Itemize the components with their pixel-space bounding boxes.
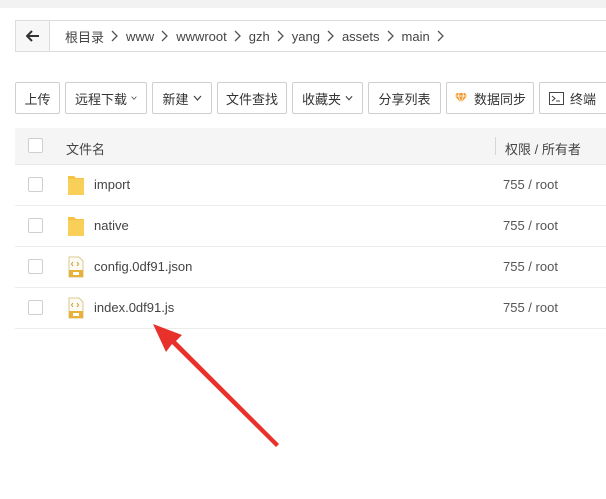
upload-label: 上传	[24, 91, 51, 107]
table-header: 文件名 权限 / 所有者	[15, 128, 606, 165]
row-checkbox[interactable]	[28, 259, 43, 274]
upload-button[interactable]: 上传	[15, 82, 60, 114]
column-divider	[495, 137, 496, 155]
diamond-icon	[454, 92, 468, 104]
favorites-button[interactable]: 收藏夹	[292, 82, 363, 114]
chevron-right-icon	[277, 29, 285, 43]
column-header-permission[interactable]: 权限 / 所有者	[505, 139, 581, 158]
code-file-icon	[68, 297, 84, 319]
table-row[interactable]: config.0df91.json 755 / root	[15, 247, 606, 288]
breadcrumb-item-root[interactable]: 根目录	[58, 27, 111, 46]
file-table: 文件名 权限 / 所有者 import 755 / root native 75…	[15, 128, 606, 329]
select-all-checkbox[interactable]	[28, 138, 43, 153]
file-name[interactable]: import	[94, 177, 130, 192]
new-button[interactable]: 新建	[152, 82, 212, 114]
breadcrumb-item-assets[interactable]: assets	[335, 29, 387, 44]
file-name[interactable]: config.0df91.json	[94, 259, 192, 274]
remote-download-label: 远程下载	[75, 91, 128, 107]
folder-icon	[68, 176, 84, 195]
breadcrumb-item-wwwroot[interactable]: wwwroot	[169, 29, 234, 44]
breadcrumb-item-main[interactable]: main	[395, 29, 437, 44]
table-row[interactable]: native 755 / root	[15, 206, 606, 247]
breadcrumb-item-gzh[interactable]: gzh	[242, 29, 277, 44]
share-list-button[interactable]: 分享列表	[368, 82, 441, 114]
file-permission[interactable]: 755 / root	[503, 177, 558, 192]
file-permission[interactable]: 755 / root	[503, 259, 558, 274]
file-permission[interactable]: 755 / root	[503, 218, 558, 233]
terminal-button[interactable]: 终端	[539, 82, 606, 114]
breadcrumb-item-www[interactable]: www	[119, 29, 161, 44]
back-button[interactable]	[16, 21, 50, 51]
chevron-right-icon	[161, 29, 169, 43]
terminal-icon	[549, 91, 564, 105]
data-sync-button[interactable]: 数据同步	[446, 82, 534, 114]
chevron-down-icon	[193, 95, 201, 101]
chevron-right-icon	[111, 29, 119, 43]
file-permission[interactable]: 755 / root	[503, 300, 558, 315]
chevron-down-icon	[131, 96, 137, 100]
share-list-label: 分享列表	[378, 91, 431, 107]
table-row[interactable]: import 755 / root	[15, 165, 606, 206]
table-row[interactable]: index.0df91.js 755 / root	[15, 288, 606, 329]
chevron-down-icon	[345, 95, 353, 101]
data-sync-label: 数据同步	[474, 91, 527, 107]
column-header-name[interactable]: 文件名	[66, 139, 105, 158]
file-search-label: 文件查找	[226, 91, 279, 107]
breadcrumb: 根目录 www wwwroot gzh yang assets main	[15, 20, 606, 52]
terminal-label: 终端	[570, 91, 597, 107]
breadcrumb-item-yang[interactable]: yang	[285, 29, 327, 44]
toolbar: 上传 远程下载 新建 文件查找 收藏夹 分享列表 数据同步 终端	[15, 82, 606, 114]
file-name[interactable]: native	[94, 218, 129, 233]
chevron-right-icon	[327, 29, 335, 43]
file-search-button[interactable]: 文件查找	[217, 82, 287, 114]
remote-download-button[interactable]: 远程下载	[65, 82, 147, 114]
chevron-right-icon	[387, 29, 395, 43]
chevron-right-icon	[234, 29, 242, 43]
favorites-label: 收藏夹	[302, 91, 342, 107]
new-label: 新建	[162, 91, 189, 107]
file-name[interactable]: index.0df91.js	[94, 300, 174, 315]
top-strip	[0, 0, 606, 8]
breadcrumb-items: 根目录 www wwwroot gzh yang assets main	[50, 27, 445, 46]
back-arrow-icon	[25, 30, 39, 42]
row-checkbox[interactable]	[28, 300, 43, 315]
row-checkbox[interactable]	[28, 218, 43, 233]
folder-icon	[68, 217, 84, 236]
row-checkbox[interactable]	[28, 177, 43, 192]
code-file-icon	[68, 256, 84, 278]
chevron-right-icon	[437, 29, 445, 43]
